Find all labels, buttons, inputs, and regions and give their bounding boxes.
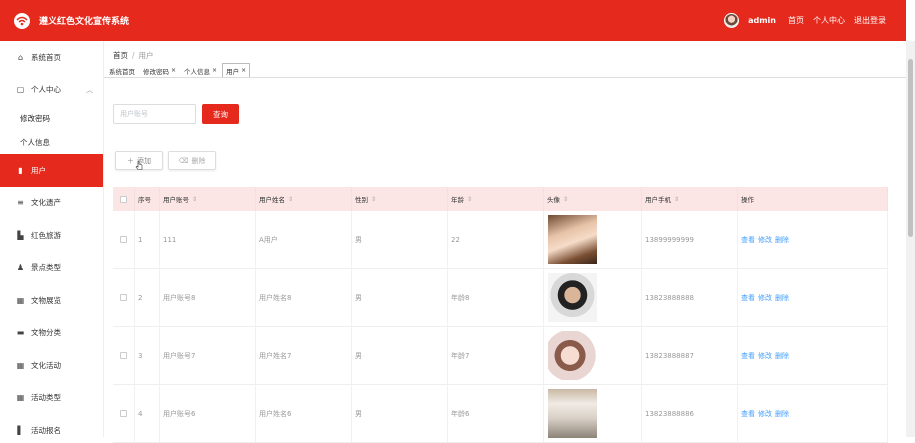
sort-icon[interactable]: ⇕ [192,196,197,203]
sidebar-item-activity-signup[interactable]: ▌ 活动报名 [0,414,103,437]
sidebar-item-personal-center[interactable]: ▢ 个人中心 ︿ [0,74,103,107]
view-link[interactable]: 查看 [741,235,755,245]
nav-home-link[interactable]: 首页 [788,15,804,26]
tag-icon: ▬ [16,328,25,338]
delete-link[interactable]: 删除 [775,235,789,245]
user-table: 序号 用户账号 ⇕ 用户姓名 ⇕ 性别 ⇕ 年龄 ⇕ 头像 ⇕ 用户手机 ⇕ 操作 1 11… [113,187,888,443]
sidebar-subitem-personal-info[interactable]: 个人信息 [0,130,103,154]
row-checkbox[interactable] [120,410,127,417]
grid-icon: ▦ [16,393,25,403]
sort-icon[interactable]: ⇕ [467,196,472,203]
top-header: 遵义红色文化宣传系统 admin 首页 个人中心 退出登录 [0,0,906,41]
plus-icon: ＋ [127,156,134,165]
sidebar-item-relic-exhibition[interactable]: ▦ 文物展览 [0,284,103,317]
delete-link[interactable]: 删除 [775,409,789,419]
chevron-up-icon: ︿ [86,85,93,94]
sort-icon[interactable]: ⇕ [371,196,376,203]
tab-bar: 系统首页 修改密码 × 个人信息 × 用户 × [104,63,906,78]
delete-link[interactable]: 删除 [775,351,789,361]
page-scrollbar[interactable] [906,41,915,437]
breadcrumb: 首页 / 用户 [113,51,154,60]
user-account-search-input[interactable] [113,104,196,124]
row-checkbox[interactable] [120,352,127,359]
query-button[interactable]: 查询 [202,104,239,124]
book-icon: ▌ [17,425,24,435]
sidebar-subitem-change-password[interactable]: 修改密码 [0,106,103,130]
user-icon: ♟ [16,263,25,273]
main-content: 首页/用户 系统首页 修改密码× 个人信息× 用户× 查询 ＋添加 ⌫删除 序号… [104,41,906,443]
edit-link[interactable]: 修改 [758,293,772,303]
tab-personal-info[interactable]: 个人信息 × [181,64,220,77]
edit-link[interactable]: 修改 [758,235,772,245]
close-icon[interactable]: × [212,67,217,74]
select-all-checkbox[interactable] [120,195,127,203]
close-icon[interactable]: × [171,67,176,74]
table-row: 3 用户账号7 用户姓名7 男 年龄7 13823888887 查看 修改 删除 [113,327,888,385]
sidebar-item-cultural-activity[interactable]: ▦ 文化活动 [0,349,103,382]
sidebar-item-cultural-heritage[interactable]: ≡ 文化遗产 [0,187,103,220]
table-header: 序号 用户账号 ⇕ 用户姓名 ⇕ 性别 ⇕ 年龄 ⇕ 头像 ⇕ 用户手机 ⇕ 操作 [113,187,888,211]
mouse-cursor-icon [135,160,143,170]
tab-system-home[interactable]: 系统首页 [106,64,138,77]
sidebar-item-users[interactable]: ▮ 用户 [0,154,103,187]
sort-icon[interactable]: ⇕ [288,196,293,203]
row-checkbox[interactable] [120,294,127,301]
view-link[interactable]: 查看 [741,409,755,419]
admin-username: admin [748,16,776,25]
calendar-icon: ▢ [16,85,25,95]
sidebar-item-activity-type[interactable]: ▦ 活动类型 [0,382,103,415]
landmark-icon: ▙ [17,230,24,240]
breadcrumb-home[interactable]: 首页 [113,51,128,60]
table-row: 4 用户账号6 用户姓名6 男 年龄6 13823888886 查看 修改 删除 [113,385,888,443]
home-icon: ⌂ [17,52,24,62]
delete-button[interactable]: ⌫ 删除 [168,151,216,170]
tab-change-password[interactable]: 修改密码 × [140,64,179,77]
trash-icon: ⌫ [178,156,189,165]
close-icon[interactable]: × [241,67,246,74]
user-avatar-image [548,273,597,322]
edit-link[interactable]: 修改 [758,351,772,361]
breadcrumb-current: 用户 [138,51,154,60]
sidebar: ⌂ 系统首页 ▢ 个人中心 ︿ 修改密码 个人信息 ▮ 用户 ≡ 文化遗产 ▙ … [0,41,104,437]
delete-link[interactable]: 删除 [775,293,789,303]
app-title: 遵义红色文化宣传系统 [39,17,130,27]
avatar[interactable] [724,13,740,28]
grid-icon: ▦ [16,295,25,305]
table-row: 1 111 A用户 男 22 13899999999 查看 修改 删除 [113,211,888,269]
nav-profile-link[interactable]: 个人中心 [813,15,845,26]
table-row: 2 用户账号8 用户姓名8 男 年龄8 13823888888 查看 修改 删除 [113,269,888,327]
sidebar-item-home[interactable]: ⌂ 系统首页 [0,41,103,74]
clipboard-icon: ▮ [18,165,23,175]
list-icon: ≡ [17,198,24,208]
user-avatar-image [548,215,597,264]
user-avatar-image [548,389,597,438]
sidebar-item-scenic-type[interactable]: ♟ 景点类型 [0,252,103,285]
app-logo-icon [14,12,30,29]
tab-users[interactable]: 用户 × [222,63,251,77]
sidebar-item-red-tourism[interactable]: ▙ 红色旅游 [0,219,103,252]
nav-logout-link[interactable]: 退出登录 [854,15,886,26]
scrollbar-thumb[interactable] [908,59,913,237]
row-checkbox[interactable] [120,236,127,243]
sort-icon[interactable]: ⇕ [563,196,568,203]
user-avatar-image [548,331,597,380]
view-link[interactable]: 查看 [741,351,755,361]
sort-icon[interactable]: ⇕ [674,196,679,203]
edit-link[interactable]: 修改 [758,409,772,419]
view-link[interactable]: 查看 [741,293,755,303]
sidebar-item-relic-category[interactable]: ▬ 文物分类 [0,317,103,350]
grid-icon: ▦ [16,360,25,370]
